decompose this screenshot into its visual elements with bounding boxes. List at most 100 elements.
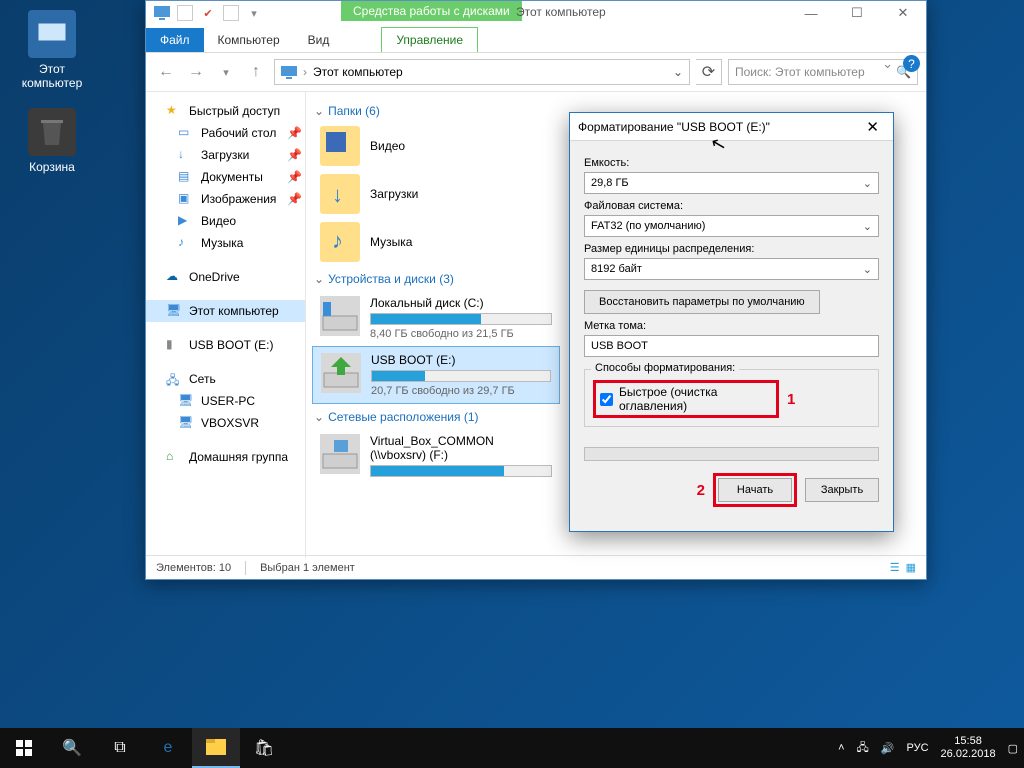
address-dropdown-icon[interactable]: ⌄ xyxy=(673,65,683,79)
chevron-down-icon: ⌄ xyxy=(314,410,324,424)
tray-network-icon[interactable]: 🖧 xyxy=(857,739,869,758)
nav-this-pc[interactable]: 🖥Этот компьютер xyxy=(146,300,305,322)
label-methods: Способы форматирования: xyxy=(591,362,739,374)
drive-name: Локальный диск (C:) xyxy=(370,296,552,310)
share-name: Virtual_Box_COMMON (\\vboxsrv) (F:) xyxy=(370,434,552,462)
dialog-titlebar[interactable]: Форматирование "USB BOOT (E:)" ✕ xyxy=(570,113,893,141)
breadcrumb-sep[interactable]: › xyxy=(303,65,307,79)
taskbar: 🔍 ⧉ e 🛍 ˄ 🖧 🔊 РУС 15:58 26.02.2018 ▢ xyxy=(0,728,1024,768)
desktop-icon-recycle[interactable]: Корзина xyxy=(14,108,90,174)
nav-desktop[interactable]: ▭Рабочий стол📌 xyxy=(146,122,305,144)
nav-music[interactable]: ♪Музыка xyxy=(146,232,305,254)
refresh-button[interactable]: ⟳ xyxy=(696,59,722,85)
desktop-icon: ▭ xyxy=(178,125,194,141)
tray-volume-icon[interactable]: 🔊 xyxy=(881,742,895,755)
pc-icon xyxy=(281,66,297,79)
checkmark-icon[interactable]: ✔ xyxy=(200,5,216,21)
nav-documents[interactable]: ▤Документы📌 xyxy=(146,166,305,188)
close-button[interactable]: ✕ xyxy=(860,116,885,138)
nav-pictures[interactable]: ▣Изображения📌 xyxy=(146,188,305,210)
nav-network[interactable]: 🖧Сеть xyxy=(146,368,305,390)
action-center-icon[interactable]: ▢ xyxy=(1008,742,1018,755)
tab-file[interactable]: Файл xyxy=(146,28,204,52)
view-details-icon[interactable]: ☰ xyxy=(890,561,900,574)
callout-2: 2 xyxy=(697,482,705,499)
volume-label-input[interactable] xyxy=(584,335,879,357)
document-icon: ▤ xyxy=(178,169,194,185)
pin-icon: 📌 xyxy=(287,192,302,206)
address-bar[interactable]: › Этот компьютер ⌄ xyxy=(274,59,690,85)
minimize-button[interactable]: — xyxy=(788,1,834,25)
folder-icon xyxy=(320,222,360,262)
tray-chevron-icon[interactable]: ˄ xyxy=(838,742,844,754)
capacity-bar xyxy=(371,370,551,382)
restore-defaults-button[interactable]: Восстановить параметры по умолчанию xyxy=(584,290,820,314)
tab-computer[interactable]: Компьютер xyxy=(204,28,294,52)
taskbar-explorer[interactable] xyxy=(192,728,240,768)
pc-icon[interactable] xyxy=(154,5,170,21)
maximize-button[interactable]: ☐ xyxy=(834,1,880,25)
desktop-icon-label: Этот компьютер xyxy=(14,62,90,90)
drive-stat: 20,7 ГБ свободно из 29,7 ГБ xyxy=(371,385,551,397)
progress-bar xyxy=(584,447,879,461)
picture-icon: ▣ xyxy=(178,191,194,207)
ribbon-tabs: Средства работы с дисками Этот компьютер… xyxy=(146,25,926,53)
nav-usb[interactable]: ▮USB BOOT (E:) xyxy=(146,334,305,356)
drive-c[interactable]: Локальный диск (C:) 8,40 ГБ свободно из … xyxy=(312,290,560,346)
drive-icon xyxy=(320,296,360,336)
up-button[interactable]: ↑ xyxy=(244,60,268,84)
close-button[interactable]: ✕ xyxy=(880,1,926,25)
qat-dropdown-icon[interactable]: ▾ xyxy=(246,5,262,21)
nav-video[interactable]: ▶Видео xyxy=(146,210,305,232)
pin-icon: 📌 xyxy=(287,148,302,162)
quick-format-checkbox-row[interactable]: Быстрое (очистка оглавления) xyxy=(593,380,779,418)
qat-button[interactable] xyxy=(223,5,239,21)
tab-manage[interactable]: Управление xyxy=(381,27,478,52)
taskbar-edge[interactable]: e xyxy=(144,728,192,768)
capacity-select[interactable]: 29,8 ГБ⌄ xyxy=(584,172,879,194)
folder-music[interactable]: Музыка xyxy=(312,218,542,266)
folder-video[interactable]: Видео xyxy=(312,122,542,170)
filesystem-select[interactable]: FAT32 (по умолчанию)⌄ xyxy=(584,215,879,237)
label-filesystem: Файловая система: xyxy=(584,200,879,212)
nav-homegroup[interactable]: ⌂Домашняя группа xyxy=(146,446,305,468)
forward-button[interactable]: → xyxy=(184,60,208,84)
task-view-button[interactable]: ⧉ xyxy=(96,728,144,768)
trash-icon xyxy=(28,108,76,156)
dialog-title: Форматирование "USB BOOT (E:)" xyxy=(578,120,770,134)
label-volume: Метка тома: xyxy=(584,320,879,332)
chevron-down-icon: ⌄ xyxy=(863,220,872,233)
network-share[interactable]: Virtual_Box_COMMON (\\vboxsrv) (F:) xyxy=(312,428,560,486)
folder-icon xyxy=(320,126,360,166)
capacity-bar xyxy=(370,465,552,477)
ribbon-collapse-icon[interactable]: ⌄ xyxy=(882,56,893,72)
pin-icon: 📌 xyxy=(287,126,302,140)
recent-dropdown[interactable]: ▾ xyxy=(214,60,238,84)
desktop-icon-this-pc[interactable]: Этот компьютер xyxy=(14,10,90,90)
folder-downloads[interactable]: Загрузки xyxy=(312,170,542,218)
tray-language[interactable]: РУС xyxy=(907,742,929,754)
nav-downloads[interactable]: ↓Загрузки📌 xyxy=(146,144,305,166)
start-button[interactable]: Начать xyxy=(718,478,792,502)
nav-onedrive[interactable]: ☁OneDrive xyxy=(146,266,305,288)
view-tiles-icon[interactable]: ▦ xyxy=(906,561,916,574)
drive-icon xyxy=(321,353,361,393)
monitor-icon xyxy=(28,10,76,58)
tray-clock[interactable]: 15:58 26.02.2018 xyxy=(941,735,996,760)
nav-vbox[interactable]: 🖥VBOXSVR xyxy=(146,412,305,434)
taskbar-store[interactable]: 🛍 xyxy=(240,728,288,768)
nav-quick-access[interactable]: ★Быстрый доступ xyxy=(146,100,305,122)
back-button[interactable]: ← xyxy=(154,60,178,84)
cluster-select[interactable]: 8192 байт⌄ xyxy=(584,258,879,280)
search-button[interactable]: 🔍 xyxy=(48,728,96,768)
tab-view[interactable]: Вид xyxy=(294,28,344,52)
breadcrumb-item[interactable]: Этот компьютер xyxy=(313,65,403,79)
drive-usb[interactable]: USB BOOT (E:) 20,7 ГБ свободно из 29,7 Г… xyxy=(312,346,560,404)
drive-icon: ▮ xyxy=(166,337,182,353)
start-button[interactable] xyxy=(0,728,48,768)
nav-userpc[interactable]: 🖥USER-PC xyxy=(146,390,305,412)
close-format-button[interactable]: Закрыть xyxy=(805,478,879,502)
quick-format-checkbox[interactable] xyxy=(600,393,613,406)
capacity-bar xyxy=(370,313,552,325)
help-icon[interactable]: ? xyxy=(903,55,920,72)
